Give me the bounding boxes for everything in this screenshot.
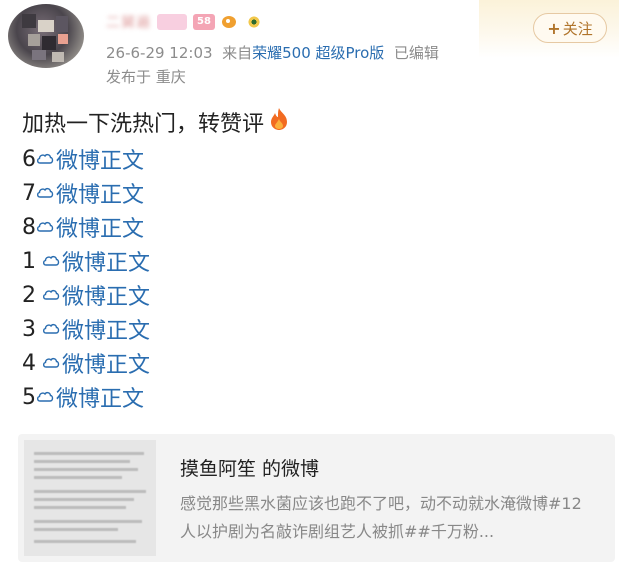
plus-icon: + bbox=[547, 18, 561, 38]
link-list: 6 微博正文 7 微博正文 8 微博正文 1 微博正文 2 微博正文 3 微博正文 4 微博正文 5 微博正文 bbox=[22, 142, 150, 414]
link-icon bbox=[36, 220, 54, 234]
link-icon bbox=[36, 390, 54, 404]
post-line: 6 微博正文 bbox=[22, 142, 150, 176]
line-number: 6 bbox=[22, 146, 36, 172]
line-number: 5 bbox=[22, 384, 36, 410]
link-label: 微博正文 bbox=[62, 251, 151, 276]
weibo-text-link[interactable]: 微博正文 bbox=[36, 381, 144, 413]
post-meta: 26-6-29 12:03 来自荣耀500 超级Pro版 已编辑 bbox=[106, 42, 439, 63]
level-badge: 58 bbox=[193, 14, 215, 30]
avatar[interactable] bbox=[8, 4, 84, 68]
repost-card[interactable]: 摸鱼阿笙 的微博 感觉那些黑水菌应该也跑不了吧，动不动就水淹微博#12 人以护剧… bbox=[18, 434, 615, 562]
post-text: 加热一下洗热门，转赞评 bbox=[22, 106, 290, 138]
timestamp: 26-6-29 12:03 bbox=[106, 44, 213, 62]
link-icon bbox=[42, 322, 60, 336]
link-label: 微博正文 bbox=[56, 217, 145, 242]
weibo-text-link[interactable]: 微博正文 bbox=[42, 313, 150, 345]
post-line: 8 微博正文 bbox=[22, 210, 150, 244]
post-line: 1 微博正文 bbox=[22, 244, 150, 278]
post-line: 4 微博正文 bbox=[22, 346, 150, 380]
fish-icon bbox=[221, 13, 239, 31]
link-icon bbox=[42, 356, 60, 370]
card-description: 感觉那些黑水菌应该也跑不了吧，动不动就水淹微博#12 人以护剧为名敲诈剧组艺人被… bbox=[180, 494, 582, 541]
weibo-text-link[interactable]: 微博正文 bbox=[42, 347, 150, 379]
source-prefix: 来自 bbox=[222, 44, 253, 62]
weibo-text-link[interactable]: 微博正文 bbox=[42, 279, 150, 311]
line-number: 3 bbox=[22, 316, 36, 342]
edited-label[interactable]: 已编辑 bbox=[394, 44, 439, 62]
weibo-text-link[interactable]: 微博正文 bbox=[36, 143, 144, 175]
card-thumbnail bbox=[24, 440, 156, 556]
link-icon bbox=[36, 186, 54, 200]
link-label: 微博正文 bbox=[62, 319, 151, 344]
line-number: 7 bbox=[22, 180, 36, 206]
card-title: 摸鱼阿笙 的微博 bbox=[180, 458, 320, 480]
link-label: 微博正文 bbox=[62, 285, 151, 310]
location: 发布于 重庆 bbox=[106, 68, 186, 86]
post-line: 7 微博正文 bbox=[22, 176, 150, 210]
weibo-text-link[interactable]: 微博正文 bbox=[36, 177, 144, 209]
post-line: 5 微博正文 bbox=[22, 380, 150, 414]
pig-badge bbox=[157, 14, 187, 30]
line-number: 2 bbox=[22, 282, 36, 308]
device-link[interactable]: 荣耀500 超级Pro版 bbox=[252, 44, 384, 62]
link-label: 微博正文 bbox=[56, 183, 145, 208]
user-header: 二舅遍 58 bbox=[106, 8, 263, 36]
follow-button[interactable]: + 关注 bbox=[533, 13, 607, 43]
link-label: 微博正文 bbox=[62, 353, 151, 378]
link-label: 微博正文 bbox=[56, 149, 145, 174]
link-icon bbox=[42, 288, 60, 302]
flame-icon bbox=[268, 107, 290, 137]
line-number: 4 bbox=[22, 350, 36, 376]
link-icon bbox=[36, 152, 54, 166]
weibo-text-link[interactable]: 微博正文 bbox=[36, 211, 144, 243]
line-number: 1 bbox=[22, 248, 36, 274]
flower-icon bbox=[245, 13, 263, 31]
post-line: 2 微博正文 bbox=[22, 278, 150, 312]
link-icon bbox=[42, 254, 60, 268]
username[interactable]: 二舅遍 bbox=[106, 12, 151, 32]
follow-label: 关注 bbox=[562, 19, 593, 38]
weibo-text-link[interactable]: 微博正文 bbox=[42, 245, 150, 277]
link-label: 微博正文 bbox=[56, 387, 145, 412]
line-number: 8 bbox=[22, 214, 36, 240]
post-body: 加热一下洗热门，转赞评 bbox=[22, 112, 265, 137]
post-line: 3 微博正文 bbox=[22, 312, 150, 346]
